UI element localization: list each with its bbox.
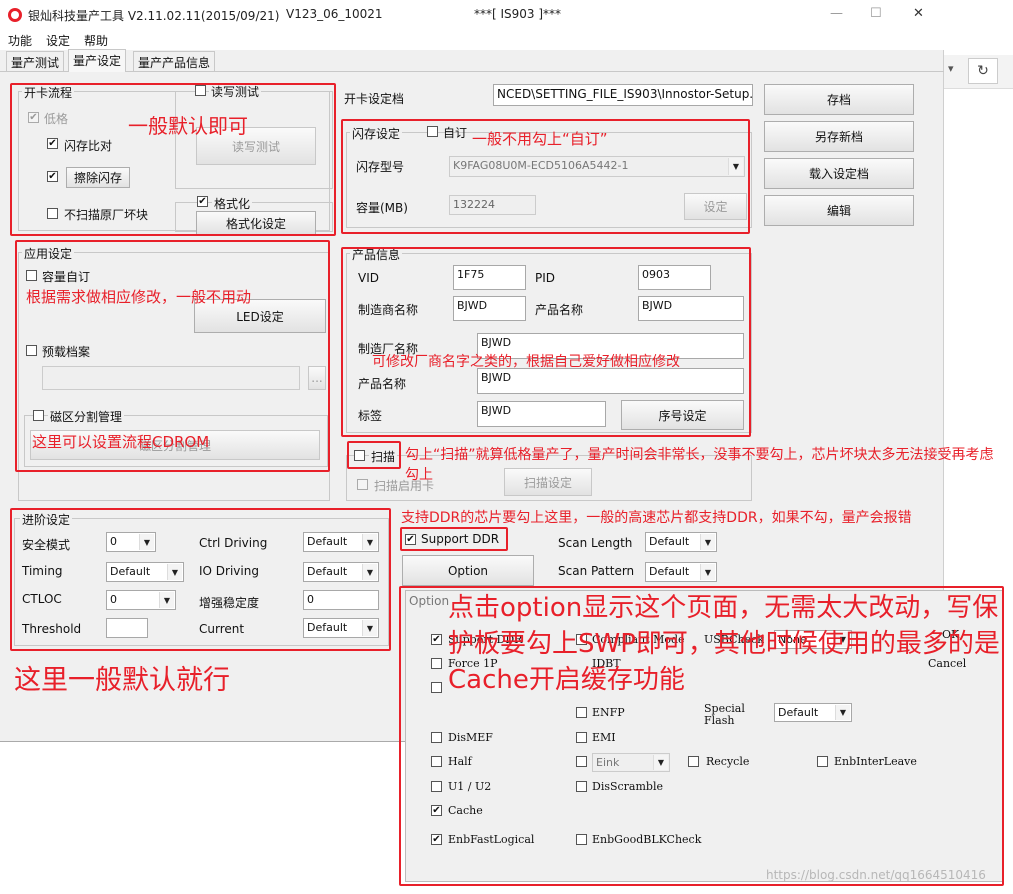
chevron-down-icon[interactable]: ▾ — [948, 62, 954, 75]
save-as-button[interactable]: 另存新档 — [764, 121, 914, 152]
scan-length-select[interactable]: Default ▼ — [645, 532, 717, 552]
annotation-box-ddr — [400, 527, 508, 551]
close-icon[interactable]: ✕ — [913, 6, 924, 21]
settings-file-field[interactable]: NCED\SETTING_FILE_IS903\Innostor-Setup.i… — [493, 84, 753, 106]
tab-production-settings[interactable]: 量产设定 — [68, 49, 127, 72]
scan-length-label: Scan Length — [558, 536, 633, 550]
edit-button[interactable]: 编辑 — [764, 195, 914, 226]
note-cdrom: 这里可以设置流程CDROM — [32, 433, 210, 451]
chevron-down-icon: ▼ — [700, 534, 715, 550]
annotation-box-product — [341, 247, 751, 437]
scan-pattern-value: Default — [649, 565, 690, 578]
note-scan: 勾上“扫描”就算低格量产了，量产时间会非常长，没事不要勾上，芯片坏块太多无法接受… — [405, 447, 994, 483]
maximize-icon[interactable]: ☐ — [870, 6, 882, 21]
note-vendor: 可修改厂商名字之类的，根据自己爱好做相应修改 — [372, 354, 680, 370]
menu-settings[interactable]: 设定 — [46, 32, 70, 49]
menu-function[interactable]: 功能 — [8, 32, 32, 49]
app-logo-inner — [11, 11, 19, 19]
note-no-custom: 一般不用勾上“自订” — [472, 130, 608, 148]
menu-help[interactable]: 帮助 — [84, 32, 108, 49]
watermark: https://blog.csdn.net/qq1664510416 — [766, 868, 986, 882]
tab-production-test[interactable]: 量产测试 — [6, 51, 65, 71]
chip-title: ***[ IS903 ]*** — [474, 7, 562, 21]
note-option: 点击option显示这个页面，无需太大改动，写保护板要勾上SWP即可，其他时候使… — [448, 593, 1000, 695]
tab-divider — [0, 71, 944, 72]
refresh-icon[interactable]: ↻ — [968, 58, 998, 84]
note-app-modify: 根据需求做相应修改，一般不用动 — [26, 288, 252, 306]
minimize-icon[interactable]: — — [830, 6, 843, 21]
load-settings-button[interactable]: 载入设定档 — [764, 158, 914, 189]
settings-file-label: 开卡设定档 — [344, 92, 405, 106]
chevron-down-icon: ▼ — [700, 564, 715, 580]
scan-pattern-select[interactable]: Default ▼ — [645, 562, 717, 582]
save-button[interactable]: 存档 — [764, 84, 914, 115]
tab-product-info[interactable]: 量产产品信息 — [133, 51, 216, 71]
menu-bar — [0, 30, 944, 50]
scan-length-value: Default — [649, 535, 690, 548]
app-build: V123_06_10021 — [286, 7, 383, 21]
note-ddr: 支持DDR的芯片要勾上这里，一般的高速芯片都支持DDR，如果不勾，量产会报错 — [401, 510, 912, 526]
annotation-box-scan — [347, 441, 401, 469]
scan-pattern-label: Scan Pattern — [558, 564, 635, 578]
option-button[interactable]: Option — [402, 555, 534, 586]
annotation-box-card-flow — [10, 83, 336, 236]
note-advanced: 这里一般默认就行 — [14, 665, 230, 696]
annotation-box-advanced — [10, 508, 391, 651]
note-default: 一般默认即可 — [128, 114, 248, 138]
app-title: 银灿科技量产工具 V2.11.02.11(2015/09/21) — [28, 9, 280, 23]
scan-after-checkbox[interactable] — [357, 479, 368, 490]
